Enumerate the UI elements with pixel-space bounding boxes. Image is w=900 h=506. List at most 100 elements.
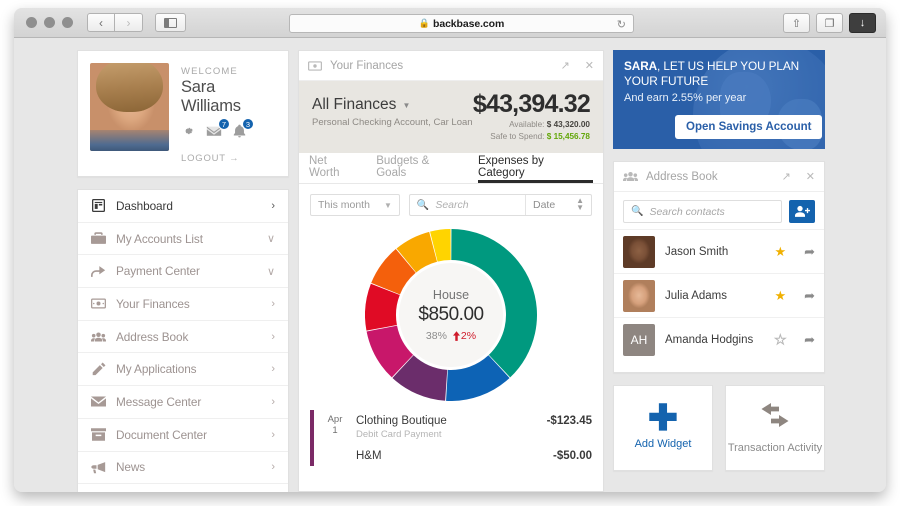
- search-placeholder: Search: [435, 199, 469, 211]
- alerts-button[interactable]: 3: [233, 118, 254, 143]
- expand-widget-button[interactable]: ↗: [782, 170, 791, 183]
- tab-expenses-by-category[interactable]: Expenses by Category: [478, 153, 593, 183]
- list-item[interactable]: Julia Adams ★ ➦: [614, 273, 824, 317]
- settings-button[interactable]: [181, 124, 195, 143]
- envelope-icon: [91, 396, 106, 407]
- chevron-down-icon: ▼: [383, 200, 392, 210]
- contact-name: Jason Smith: [665, 245, 729, 258]
- transaction-name: H&M: [356, 450, 382, 462]
- avatar: [623, 279, 655, 312]
- user-avatar: [90, 63, 169, 151]
- share-button[interactable]: ⇧: [783, 13, 810, 33]
- finances-widget-header: Your Finances ↗ ✕: [299, 51, 603, 81]
- search-input[interactable]: 🔍 Search: [410, 195, 525, 215]
- browser-window: ‹ › 🔒 backbase.com ↻ ⇧ ❐ ↓ WELCOME Sara …: [14, 8, 886, 492]
- welcome-action-icons: 7 3: [181, 118, 276, 143]
- close-widget-button[interactable]: ✕: [585, 59, 594, 72]
- sidebar-toggle-button[interactable]: [155, 13, 186, 32]
- share-contact-icon[interactable]: ➦: [804, 244, 815, 260]
- close-window-button[interactable]: [26, 17, 37, 28]
- table-row[interactable]: Apr 1 Clothing Boutique Debit Card Payme…: [310, 406, 592, 444]
- sort-arrows-icon: ▲ ▼: [576, 196, 584, 212]
- favorite-star-icon[interactable]: ★: [774, 244, 786, 260]
- available-value: $ 43,320.00: [546, 120, 590, 129]
- sidebar-item-label: Document Center: [116, 427, 207, 442]
- tab-budgets-goals[interactable]: Budgets & Goals: [376, 153, 462, 183]
- share-contact-icon[interactable]: ➦: [804, 288, 815, 304]
- sidebar-item-label: Address Book: [116, 329, 189, 344]
- exchange-arrows-icon: [757, 401, 793, 434]
- sidebar-item-address-book[interactable]: Address Book ›: [78, 321, 288, 354]
- sidebar-item-message-center[interactable]: Message Center ›: [78, 386, 288, 419]
- sidebar-item-payment-center[interactable]: Payment Center ∨: [78, 255, 288, 289]
- alerts-badge: 3: [242, 118, 254, 130]
- donut-center-delta-value: 2%: [460, 330, 477, 342]
- downloads-button[interactable]: ↓: [849, 13, 876, 33]
- back-button[interactable]: ‹: [87, 13, 115, 32]
- open-savings-account-button[interactable]: Open Savings Account: [675, 115, 823, 139]
- account-subtitle: Personal Checking Account, Car Loan: [312, 117, 473, 128]
- transaction-amount: -$123.45: [546, 415, 592, 427]
- savings-promo-banner[interactable]: SARA, LET US HELP YOU PLAN YOUR FUTURE A…: [613, 50, 825, 149]
- people-icon: [91, 331, 106, 343]
- avatar: [623, 235, 655, 268]
- close-widget-button[interactable]: ✕: [806, 170, 815, 183]
- messages-button[interactable]: 7: [206, 118, 230, 142]
- add-contact-button[interactable]: [789, 200, 815, 223]
- account-name: All Finances: [312, 96, 397, 113]
- add-widget-label: Add Widget: [634, 438, 692, 450]
- browser-right-buttons: ⇧ ❐ ↓: [783, 13, 876, 33]
- sidebar-item-document-center[interactable]: Document Center ›: [78, 419, 288, 452]
- total-balance: $43,394.32: [472, 90, 591, 118]
- logout-link[interactable]: LOGOUT →: [181, 153, 276, 164]
- add-widget-tile[interactable]: ✚ Add Widget: [613, 385, 713, 471]
- sidebar-item-my-accounts-list[interactable]: My Accounts List ∨: [78, 223, 288, 256]
- minimize-window-button[interactable]: [44, 17, 55, 28]
- favorite-star-icon[interactable]: ★: [774, 331, 787, 348]
- sidebar-item-dashboard[interactable]: Dashboard ›: [78, 190, 288, 223]
- finances-controls: This month ▼ 🔍 Search Date ▲ ▼: [299, 184, 603, 226]
- period-filter-select[interactable]: This month ▼: [310, 194, 400, 216]
- tab-net-worth[interactable]: Net Worth: [309, 153, 360, 183]
- expand-widget-button[interactable]: ↗: [561, 59, 570, 72]
- widget-tiles: ✚ Add Widget Transaction Activity: [613, 385, 825, 471]
- sidebar-item-label: My Accounts List: [116, 231, 203, 246]
- sidebar-item-your-finances[interactable]: Your Finances ›: [78, 288, 288, 321]
- people-icon: [623, 171, 638, 182]
- sidebar-item-label: My Applications: [116, 362, 197, 377]
- account-selector[interactable]: All Finances ▼: [312, 96, 473, 114]
- sidebar-item-atm-branch-locator[interactable]: ATM & Branch Locator ∨: [78, 484, 288, 492]
- table-row[interactable]: H&M -$50.00: [310, 440, 592, 466]
- sort-select[interactable]: Date ▲ ▼: [525, 195, 591, 215]
- search-icon: 🔍: [416, 199, 430, 211]
- finances-summary: All Finances ▼ Personal Checking Account…: [299, 81, 603, 153]
- available-label: Available:: [509, 120, 545, 129]
- chevron-right-icon: ›: [271, 330, 275, 343]
- expenses-donut-chart: House $850.00 38% 2%: [299, 224, 603, 406]
- address-bar[interactable]: 🔒 backbase.com ↻: [289, 14, 634, 33]
- transaction-name: Clothing Boutique: [356, 415, 447, 427]
- money-icon: [91, 298, 106, 309]
- chevron-down-icon: ∨: [266, 233, 275, 246]
- transaction-date: Apr 1: [323, 414, 347, 437]
- donut-center-category: House: [432, 288, 470, 302]
- share-contact-icon[interactable]: ➦: [804, 332, 815, 348]
- window-traffic-lights: [26, 17, 73, 28]
- transaction-activity-tile[interactable]: Transaction Activity: [725, 385, 825, 471]
- favorite-star-icon[interactable]: ★: [774, 288, 786, 304]
- list-item[interactable]: Jason Smith ★ ➦: [614, 229, 824, 273]
- safe-to-spend-row: Safe to Spend: $ 15,456.78: [473, 132, 590, 141]
- contact-search-input[interactable]: 🔍 Search contacts: [623, 200, 782, 223]
- reload-button[interactable]: ↻: [617, 18, 626, 31]
- donut-center: House $850.00 38% 2%: [399, 263, 503, 367]
- sidebar-item-label: Your Finances: [116, 296, 190, 311]
- tabs-button[interactable]: ❐: [816, 13, 843, 33]
- sidebar-item-news[interactable]: News ›: [78, 452, 288, 485]
- sidebar-nav: Dashboard › My Accounts List ∨ Payment C…: [77, 189, 289, 492]
- sidebar-item-my-applications[interactable]: My Applications ›: [78, 353, 288, 387]
- maximize-window-button[interactable]: [62, 17, 73, 28]
- forward-button[interactable]: ›: [115, 13, 143, 32]
- donut-center-percent: 38%: [425, 330, 447, 342]
- list-item[interactable]: AH Amanda Hodgins ★ ➦: [614, 317, 824, 361]
- briefcase-icon: [91, 232, 106, 245]
